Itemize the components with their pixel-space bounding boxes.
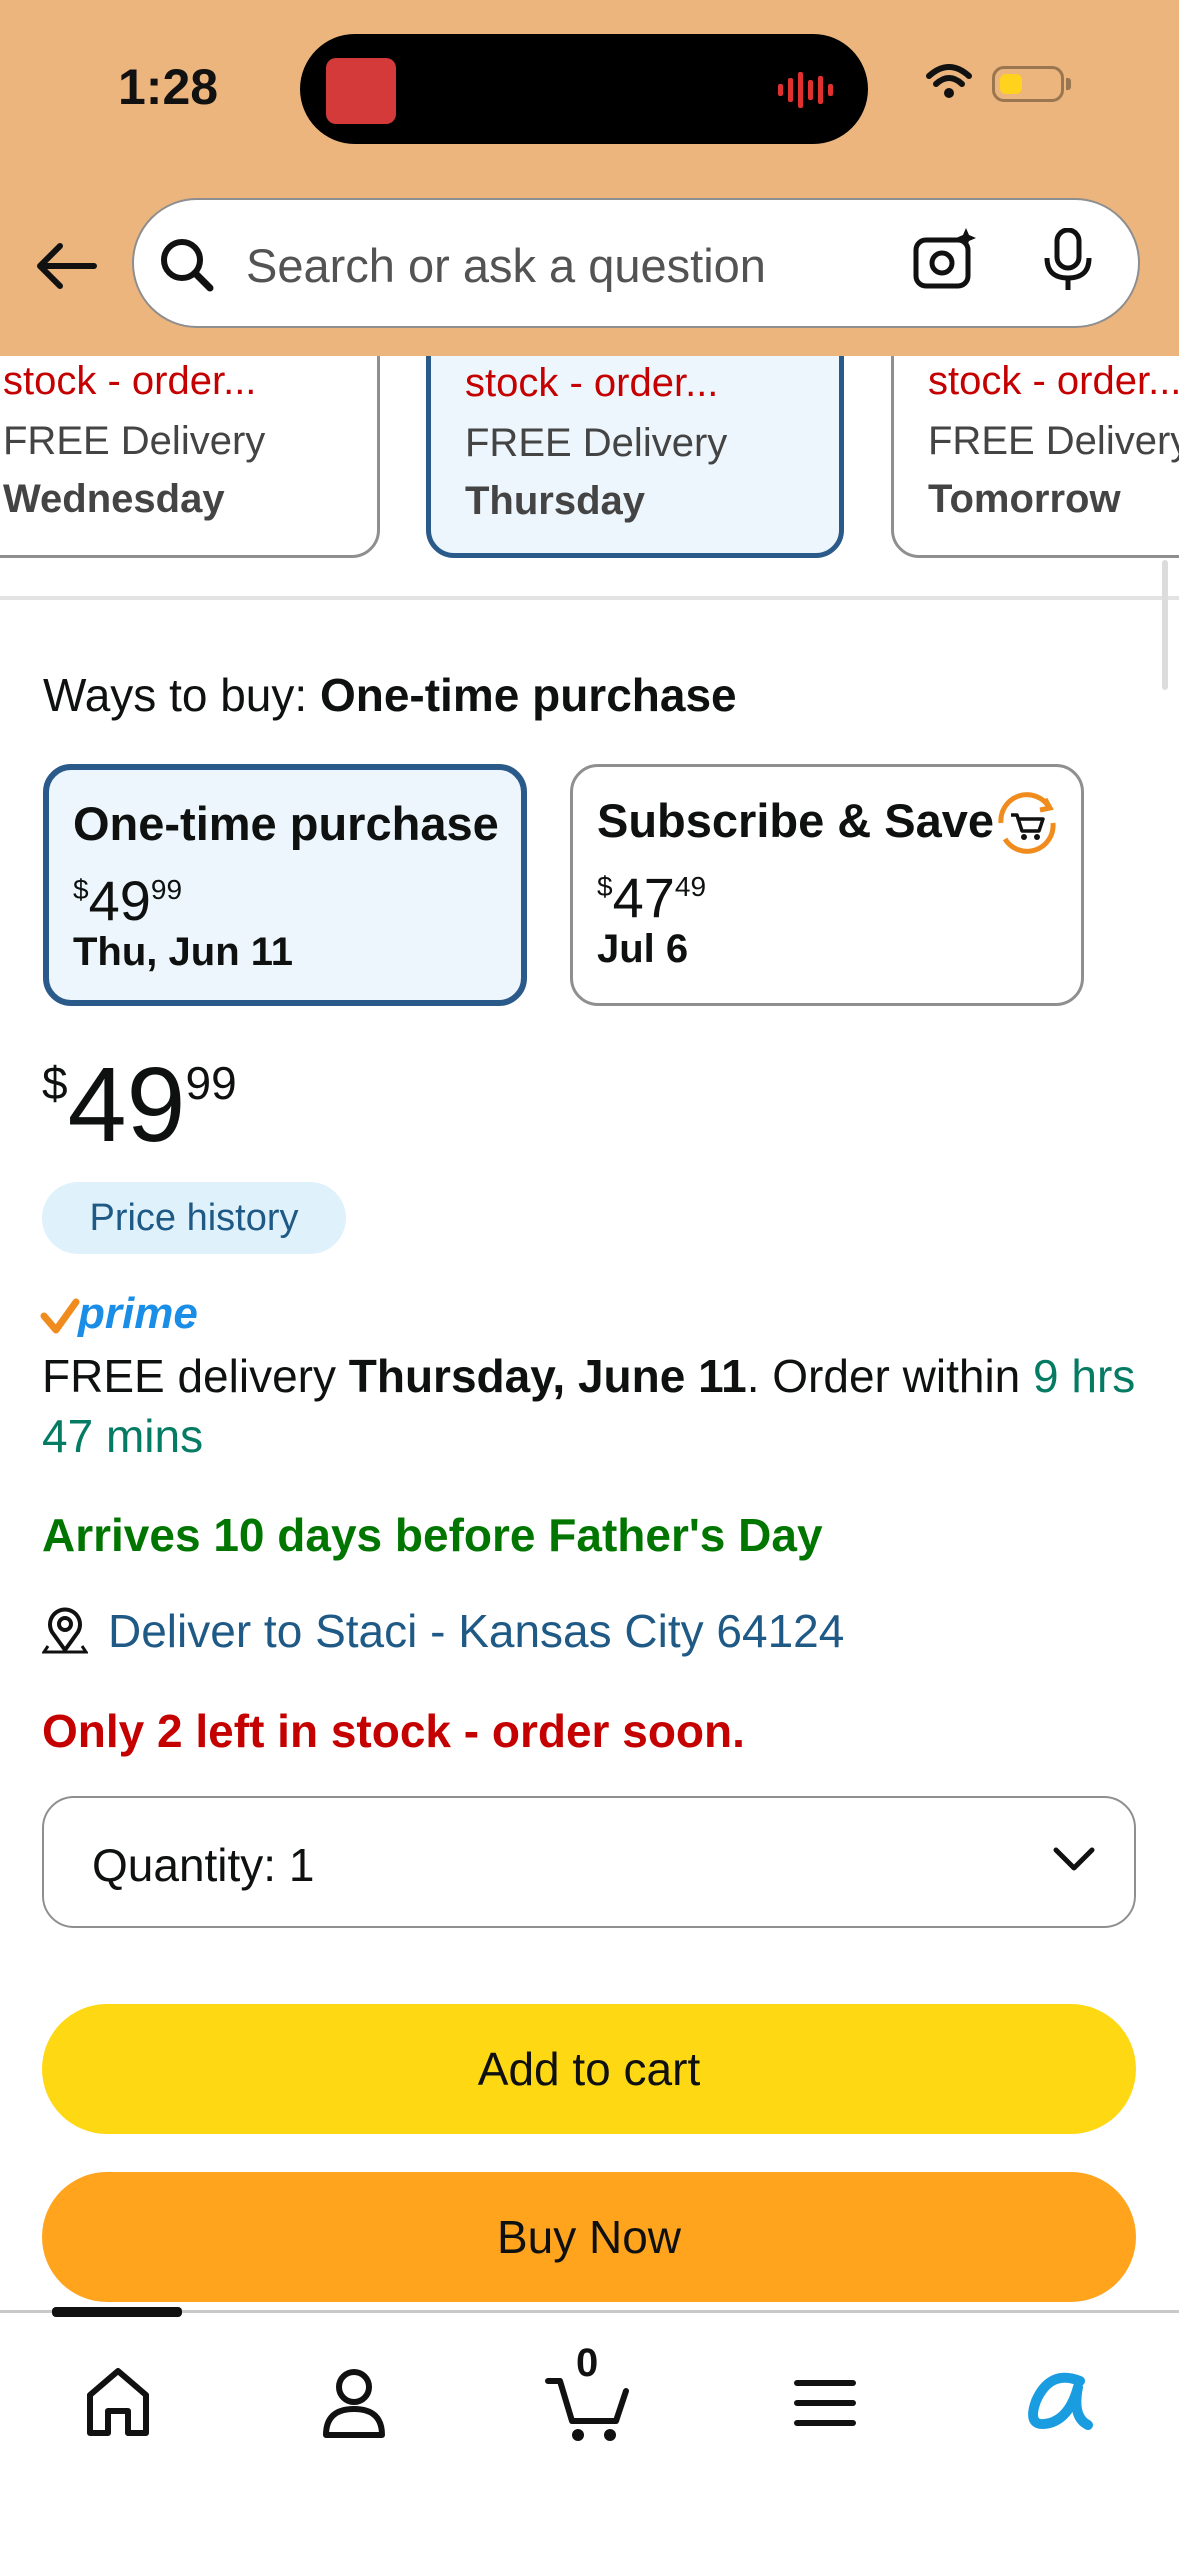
quantity-label: Quantity: 1 — [92, 1839, 315, 1891]
search-bar[interactable]: Search or ask a question — [132, 198, 1140, 328]
arrives-message: Arrives 10 days before Father's Day — [42, 1509, 823, 1561]
delivery-date: Thursday, June 11 — [348, 1350, 747, 1402]
option-date: Thu, Jun 11 — [73, 930, 294, 974]
cart-tab[interactable]: 0 — [540, 2341, 640, 2451]
search-input[interactable]: Search or ask a question — [246, 238, 766, 293]
prime-check-icon — [40, 1298, 80, 1334]
bottom-tab-bar: 0 — [0, 2307, 1179, 2556]
stock-warning: Only 2 left in stock - order soon. — [42, 1705, 745, 1757]
delivery-option-label: FREE Delivery — [928, 419, 1179, 463]
delivery-option-stock: stock - order... — [3, 359, 257, 403]
section-divider — [0, 596, 1179, 600]
option-price: $4999 — [73, 869, 183, 932]
rufus-ai-icon[interactable] — [1010, 2351, 1110, 2451]
delivery-option-label: FREE Delivery — [465, 421, 728, 465]
dynamic-island — [300, 34, 868, 144]
chevron-down-icon — [1053, 1847, 1095, 1871]
active-tab-indicator — [52, 2307, 182, 2317]
option-title: Subscribe & Save — [597, 794, 995, 847]
delivery-option-stock: stock - order... — [465, 361, 719, 405]
option-date: Jul 6 — [597, 927, 689, 971]
cart-count-badge: 0 — [576, 2341, 599, 2385]
search-icon — [161, 239, 214, 292]
ways-to-buy-selected: One-time purchase — [319, 669, 737, 721]
menu-icon[interactable] — [775, 2351, 875, 2451]
status-time: 1:28 — [118, 59, 219, 115]
delivery-option-day: Tomorrow — [928, 477, 1121, 521]
delivery-option-stock: stock - order... — [928, 359, 1179, 403]
ways-to-buy-heading: Ways to buy: One-time purchase — [43, 668, 737, 722]
add-to-cart-button[interactable]: Add to cart — [42, 2004, 1136, 2134]
subscribe-cart-icon — [998, 792, 1056, 854]
profile-icon[interactable] — [304, 2351, 404, 2451]
scroll-indicator[interactable] — [1162, 560, 1168, 690]
audio-wave-icon — [778, 72, 833, 108]
location-pin-icon — [42, 1607, 88, 1654]
back-arrow-icon[interactable] — [34, 240, 98, 292]
delivery-option-day: Wednesday — [3, 477, 225, 521]
app-header: 1:28 Search or ask a question — [0, 0, 1179, 356]
delivery-option-day: Thursday — [465, 479, 646, 523]
prime-label: prime — [78, 1289, 198, 1338]
home-icon[interactable] — [68, 2351, 168, 2451]
microphone-icon[interactable] — [1042, 228, 1094, 294]
one-time-purchase-option[interactable]: One-time purchase $4999 Thu, Jun 11 — [43, 764, 527, 1006]
battery-icon — [992, 66, 1071, 102]
option-price: $4749 — [597, 866, 707, 929]
wifi-icon — [926, 64, 972, 98]
delivery-message: FREE delivery Thursday, June 11. Order w… — [42, 1350, 1136, 1462]
price-history-button[interactable]: Price history — [42, 1182, 346, 1254]
camera-search-icon[interactable] — [912, 226, 978, 292]
subscribe-save-option[interactable]: Subscribe & Save $4749 Jul 6 — [570, 764, 1084, 1006]
prime-badge: prime — [40, 1292, 198, 1336]
buy-now-button[interactable]: Buy Now — [42, 2172, 1136, 2302]
deliver-to-link[interactable]: Deliver to Staci - Kansas City 64124 — [108, 1604, 844, 1658]
ways-to-buy-label: Ways to buy: — [43, 669, 308, 721]
quantity-value: 1 — [288, 1839, 315, 1891]
now-playing-artwork — [326, 58, 396, 124]
quantity-select[interactable]: Quantity: 1 — [42, 1796, 1136, 1928]
option-title: One-time purchase — [73, 797, 499, 850]
delivery-option-label: FREE Delivery — [3, 419, 266, 463]
product-price: $4999 — [42, 1046, 237, 1164]
